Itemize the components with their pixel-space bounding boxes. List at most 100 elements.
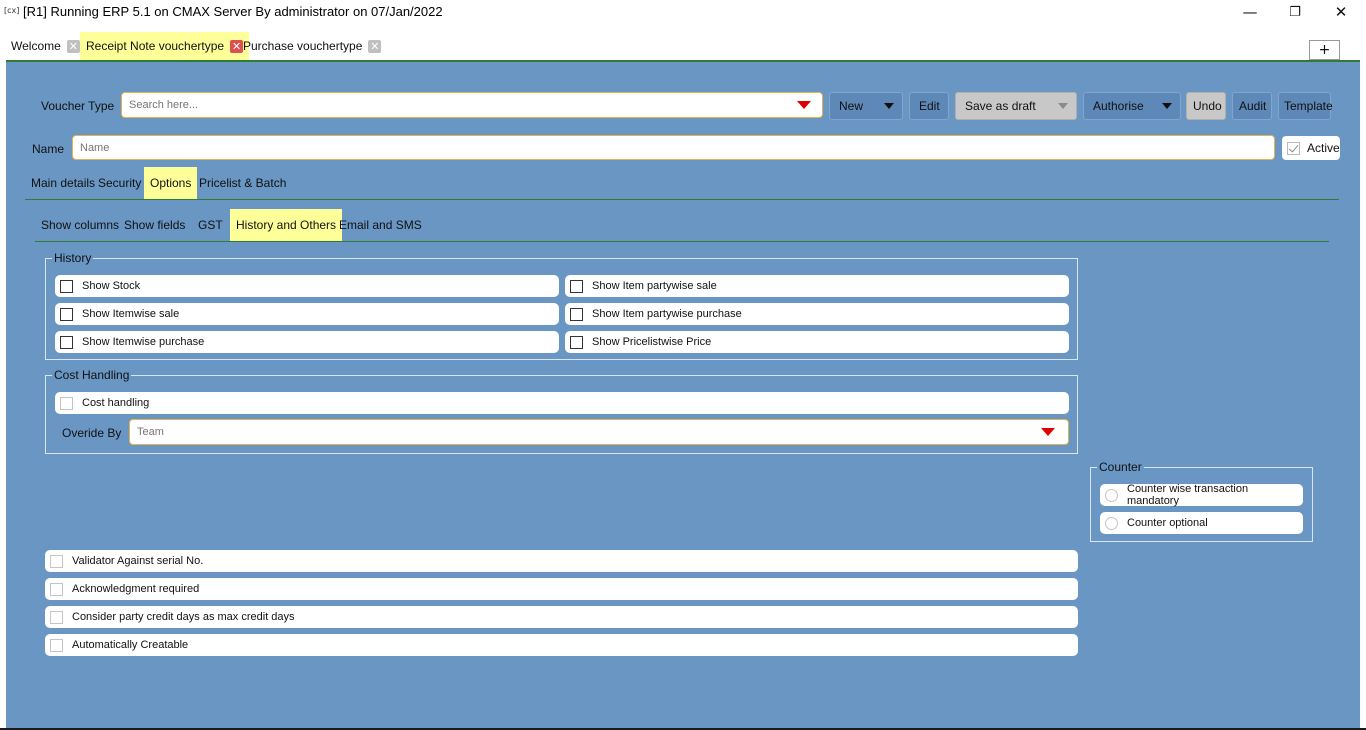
minimize-button[interactable]: —	[1227, 0, 1273, 24]
main-panel: Voucher Type New Edit Save as draft Auth…	[6, 62, 1360, 730]
voucher-type-label: Voucher Type	[41, 99, 115, 113]
radio-icon[interactable]	[1105, 516, 1118, 530]
automatically-creatable-checkbox[interactable]: Automatically Creatable	[45, 634, 1078, 656]
cost-handling-checkbox[interactable]: Cost handling	[55, 392, 1069, 414]
checkbox-icon[interactable]	[60, 396, 73, 410]
tab-receipt-note-vouchertype[interactable]: Receipt Note vouchertype ✕	[80, 32, 250, 60]
checkbox-label: Cost handling	[82, 397, 150, 409]
checkbox-icon[interactable]	[570, 335, 583, 349]
tab-email-and-sms[interactable]: Email and SMS	[333, 209, 428, 241]
override-by-input[interactable]	[130, 420, 1068, 444]
tab-purchase-vouchertype[interactable]: Purchase vouchertype ✕	[237, 32, 387, 60]
template-button[interactable]: Template	[1278, 92, 1333, 120]
close-icon[interactable]: ✕	[368, 39, 382, 53]
tab-options[interactable]: Options	[144, 167, 198, 199]
checkbox-icon[interactable]	[60, 307, 73, 321]
override-by-dropdown[interactable]	[129, 419, 1069, 445]
check-icon[interactable]	[1287, 141, 1300, 155]
undo-button[interactable]: Undo	[1186, 92, 1226, 120]
app-icon: [cx]	[4, 6, 20, 15]
checkbox-icon[interactable]	[50, 638, 63, 652]
checkbox-icon[interactable]	[570, 279, 583, 293]
sub-tabs-divider	[35, 241, 1329, 242]
tab-main-details[interactable]: Main details	[25, 167, 101, 199]
radio-icon[interactable]	[1105, 488, 1118, 502]
tab-show-fields[interactable]: Show fields	[118, 209, 191, 241]
new-button[interactable]: New	[829, 92, 903, 120]
checkbox-label: Show Itemwise sale	[82, 308, 180, 320]
restore-button[interactable]: ❐	[1272, 0, 1318, 24]
tab-label: Email and SMS	[339, 218, 422, 232]
edit-label: Edit	[919, 99, 940, 113]
validator-serial-checkbox[interactable]: Validator Against serial No.	[45, 550, 1078, 572]
document-tab-strip: Welcome ✕ Receipt Note vouchertype ✕ Pur…	[0, 24, 1366, 62]
checkbox-label: Show Itemwise purchase	[82, 336, 205, 348]
save-as-draft-button[interactable]: Save as draft	[955, 92, 1077, 120]
radio-label: Counter optional	[1127, 517, 1208, 529]
cost-handling-group: Cost Handling Cost handling Overide By	[45, 368, 1078, 454]
tab-label: Pricelist & Batch	[199, 176, 287, 190]
checkbox-label: Show Pricelistwise Price	[592, 336, 712, 348]
tab-security[interactable]: Security	[92, 167, 147, 199]
close-window-button[interactable]: ✕	[1318, 0, 1364, 24]
audit-button[interactable]: Audit	[1232, 92, 1272, 120]
show-stock-checkbox[interactable]: Show Stock	[55, 275, 559, 297]
chevron-down-icon[interactable]	[1162, 103, 1172, 109]
checkbox-icon[interactable]	[50, 610, 63, 624]
history-group: History Show Stock Show Item partywise s…	[45, 251, 1078, 360]
tab-label: Security	[98, 176, 142, 190]
show-item-partywise-sale-checkbox[interactable]: Show Item partywise sale	[565, 275, 1069, 297]
voucher-type-search[interactable]	[121, 92, 823, 118]
close-icon[interactable]: ✕	[66, 39, 80, 53]
checkbox-label: Validator Against serial No.	[72, 555, 204, 567]
add-tab-button[interactable]: +	[1309, 40, 1340, 60]
dropdown-arrow-icon[interactable]	[1041, 428, 1055, 436]
authorise-button[interactable]: Authorise	[1083, 92, 1181, 120]
checkbox-label: Acknowledgment required	[72, 583, 200, 595]
tab-label: Purchase vouchertype	[243, 39, 363, 53]
tab-gst[interactable]: GST	[192, 209, 229, 241]
tab-label: Receipt Note vouchertype	[86, 39, 225, 53]
counter-mandatory-radio[interactable]: Counter wise transaction mandatory	[1100, 483, 1303, 507]
checkbox-icon[interactable]	[60, 279, 73, 293]
active-checkbox[interactable]: Active	[1282, 136, 1340, 160]
counter-group: Counter Counter wise transaction mandato…	[1090, 460, 1313, 542]
cost-handling-title: Cost Handling	[52, 368, 132, 382]
checkbox-icon[interactable]	[570, 307, 583, 321]
title-bar: [cx] [R1] Running ERP 5.1 on CMAX Server…	[0, 0, 1366, 24]
undo-label: Undo	[1193, 99, 1222, 113]
acknowledgment-required-checkbox[interactable]: Acknowledgment required	[45, 578, 1078, 600]
chevron-down-icon[interactable]	[1058, 103, 1068, 109]
show-item-partywise-purchase-checkbox[interactable]: Show Item partywise purchase	[565, 303, 1069, 325]
main-tabs-divider	[25, 199, 1339, 200]
override-by-label: Overide By	[62, 426, 122, 440]
tab-history-and-others[interactable]: History and Others	[230, 209, 343, 241]
name-field[interactable]	[72, 135, 1275, 160]
active-label: Active	[1307, 141, 1340, 155]
party-credit-days-checkbox[interactable]: Consider party credit days as max credit…	[45, 606, 1078, 628]
edit-button[interactable]: Edit	[909, 92, 949, 120]
audit-label: Audit	[1239, 99, 1267, 113]
window-title: [R1] Running ERP 5.1 on CMAX Server By a…	[23, 4, 443, 19]
chevron-down-icon[interactable]	[884, 103, 894, 109]
checkbox-icon[interactable]	[50, 554, 63, 568]
tab-welcome[interactable]: Welcome ✕	[5, 32, 86, 60]
dropdown-arrow-icon[interactable]	[797, 101, 811, 109]
voucher-type-search-input[interactable]	[122, 93, 822, 117]
tab-label: Options	[150, 176, 192, 190]
name-label: Name	[32, 142, 65, 156]
checkbox-label: Consider party credit days as max credit…	[72, 611, 295, 623]
tab-label: GST	[198, 218, 223, 232]
checkbox-label: Show Stock	[82, 280, 141, 292]
checkbox-icon[interactable]	[60, 335, 73, 349]
tab-show-columns[interactable]: Show columns	[35, 209, 125, 241]
checkbox-icon[interactable]	[50, 582, 63, 596]
show-pricelistwise-price-checkbox[interactable]: Show Pricelistwise Price	[565, 331, 1069, 353]
show-itemwise-sale-checkbox[interactable]: Show Itemwise sale	[55, 303, 559, 325]
show-itemwise-purchase-checkbox[interactable]: Show Itemwise purchase	[55, 331, 559, 353]
counter-optional-radio[interactable]: Counter optional	[1100, 512, 1303, 534]
checkbox-label: Show Item partywise sale	[592, 280, 717, 292]
tab-pricelist-batch[interactable]: Pricelist & Batch	[193, 167, 292, 199]
save-as-draft-label: Save as draft	[965, 99, 1036, 113]
name-input[interactable]	[73, 136, 1274, 159]
